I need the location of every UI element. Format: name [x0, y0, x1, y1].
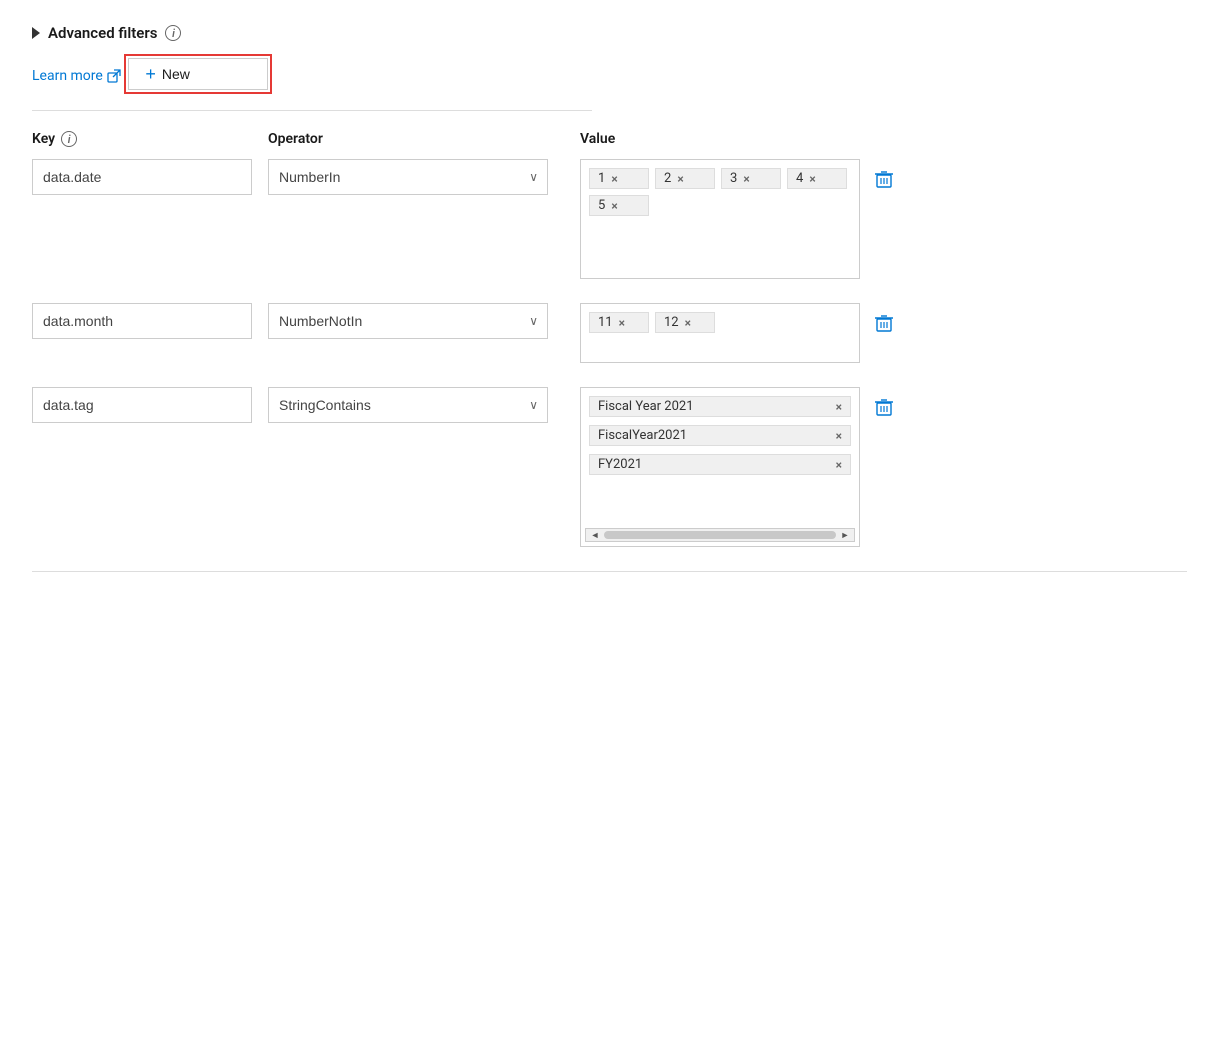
value-tag-1-1: 1 × [589, 168, 649, 189]
info-icon[interactable]: i [165, 25, 181, 41]
tag-close-1-3[interactable]: × [743, 173, 749, 185]
key-input-1[interactable] [32, 159, 252, 195]
plus-icon: + [145, 65, 156, 83]
value-tag-3-1: Fiscal Year 2021 × [589, 396, 851, 417]
tag-close-2-1[interactable]: × [619, 317, 625, 329]
operator-column-header: Operator [268, 131, 548, 147]
value-tag-1-4: 4 × [787, 168, 847, 189]
tag-close-2-2[interactable]: × [685, 317, 691, 329]
delete-filter-2[interactable] [870, 309, 898, 337]
value-area-1: 1 × 2 × 3 × 4 × 5 × [580, 159, 860, 279]
filter-row-1: NumberIn NumberNotIn StringContains ∨ 1 … [32, 159, 1187, 279]
section-title: Advanced filters [48, 24, 157, 42]
tag-close-1-5[interactable]: × [611, 200, 617, 212]
operator-select-wrapper-1: NumberIn NumberNotIn StringContains ∨ [268, 159, 548, 195]
tag-close-3-3[interactable]: × [836, 459, 842, 471]
operator-select-1[interactable]: NumberIn NumberNotIn StringContains [268, 159, 548, 195]
trash-icon-2 [874, 313, 894, 333]
horizontal-scrollbar: ◄ ► [585, 528, 855, 542]
operator-select-2[interactable]: NumberNotIn NumberIn StringContains [268, 303, 548, 339]
learn-more-link[interactable]: Learn more [32, 68, 121, 84]
value-tag-1-3: 3 × [721, 168, 781, 189]
scrollbar-track[interactable] [604, 531, 836, 539]
advanced-filters-section: Advanced filters i Learn more + New Key … [32, 24, 1187, 572]
operator-select-3[interactable]: StringContains NumberIn NumberNotIn [268, 387, 548, 423]
tag-close-1-4[interactable]: × [809, 173, 815, 185]
key-input-2[interactable] [32, 303, 252, 339]
tag-close-3-1[interactable]: × [836, 401, 842, 413]
key-column-header: Key i [32, 131, 252, 147]
scroll-left-arrow[interactable]: ◄ [588, 528, 602, 542]
tag-close-3-2[interactable]: × [836, 430, 842, 442]
new-filter-button[interactable]: + New [128, 58, 268, 90]
delete-filter-3[interactable] [870, 393, 898, 421]
scroll-right-arrow[interactable]: ► [838, 528, 852, 542]
key-info-icon[interactable]: i [61, 131, 77, 147]
value-tag-3-2: FiscalYear2021 × [589, 425, 851, 446]
value-tag-1-5: 5 × [589, 195, 649, 216]
operator-select-wrapper-2: NumberNotIn NumberIn StringContains ∨ [268, 303, 548, 339]
value-tag-3-3: FY2021 × [589, 454, 851, 475]
column-headers: Key i Operator Value [32, 131, 1187, 147]
external-link-icon [107, 69, 121, 83]
trash-icon-1 [874, 169, 894, 189]
filter-row-2: NumberNotIn NumberIn StringContains ∨ 11… [32, 303, 1187, 363]
value-area-2: 11 × 12 × [580, 303, 860, 363]
new-button-highlight: + New [124, 54, 272, 94]
header-divider [32, 110, 592, 111]
trash-icon-3 [874, 397, 894, 417]
section-header: Advanced filters i [32, 24, 1187, 42]
collapse-icon[interactable] [32, 27, 40, 39]
value-tag-2-1: 11 × [589, 312, 649, 333]
value-tag-2-2: 12 × [655, 312, 715, 333]
value-column-header: Value [580, 131, 615, 147]
value-area-3: Fiscal Year 2021 × FiscalYear2021 × FY20… [580, 387, 860, 547]
filter-row-3: StringContains NumberIn NumberNotIn ∨ Fi… [32, 387, 1187, 547]
key-input-3[interactable] [32, 387, 252, 423]
tag-close-1-1[interactable]: × [611, 173, 617, 185]
operator-select-wrapper-3: StringContains NumberIn NumberNotIn ∨ [268, 387, 548, 423]
delete-filter-1[interactable] [870, 165, 898, 193]
bottom-divider [32, 571, 1187, 572]
tag-close-1-2[interactable]: × [677, 173, 683, 185]
value-tag-1-2: 2 × [655, 168, 715, 189]
